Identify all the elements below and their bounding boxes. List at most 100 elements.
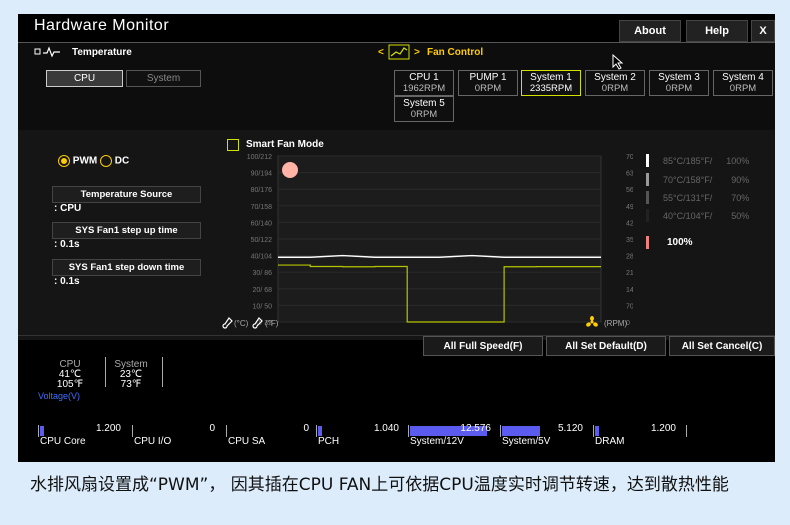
temperature-source-button[interactable]: Temperature Source [52,186,201,203]
dc-radio[interactable] [100,155,113,167]
tab-system[interactable]: System [126,70,201,87]
all-set-cancel-button[interactable]: All Set Cancel(C) [669,336,775,356]
fan-rpm: 0RPM [665,83,693,94]
thermometer-f-icon [252,317,263,329]
fan-rpm: 0RPM [474,83,502,94]
cpu-temp-readout: CPU 41℃ 105℉ [52,360,88,390]
fan-name: System 1 [530,72,572,83]
fan-rpm: 2335RPM [529,83,573,94]
voltage-value: 0 [303,423,309,434]
legend-row: 40°C/104°F/50% [663,211,749,221]
fan-name: System 5 [403,98,445,109]
voltage-label: PCH [318,436,340,447]
legend-pct: 50% [731,211,750,221]
voltage-tick [132,425,133,437]
voltage-label: CPU Core [40,436,86,447]
fan-button-cpu1[interactable]: CPU 1 1962RPM [394,70,454,96]
fan-icon [586,316,598,327]
fan-button-system4[interactable]: System 4 0RPM [713,70,773,96]
system-temp-readout: System 23℃ 73℉ [110,360,152,390]
voltage-value: 5.120 [557,423,583,434]
all-set-default-button[interactable]: All Set Default(D) [546,336,666,356]
voltage-label: DRAM [595,436,625,447]
fan-name: PUMP 1 [469,72,507,83]
voltage-label: CPU I/O [134,436,172,447]
y2-tick-label: 2800 [626,254,633,261]
system-temp-f: 73℉ [120,379,142,390]
unit-fahrenheit: (°F) [265,319,279,328]
step-down-time-button[interactable]: SYS Fan1 step down time [52,259,201,276]
y-tick-label: 40/104 [251,254,273,261]
fan-prev-arrow[interactable]: < [378,47,384,58]
hardware-monitor-window: Hardware Monitor About Help X Temperatur… [18,14,775,462]
legend-temp: 55°C/131°F/ [663,193,713,203]
legend-temp: 40°C/104°F/ [663,211,713,221]
fan-button-system5[interactable]: System 5 0RPM [394,96,454,122]
voltage-tick [408,425,409,437]
cpu-temp-f: 105℉ [56,379,84,390]
legend-swatch [646,154,649,167]
voltage-tick [226,425,227,437]
fan-button-pump1[interactable]: PUMP 1 0RPM [458,70,518,96]
tab-cpu[interactable]: CPU [46,70,123,87]
current-swatch [646,236,649,249]
app-title: Hardware Monitor [34,17,170,34]
step-down-time-value: : 0.1s [54,276,80,287]
fan-control-label: Fan Control [427,47,484,58]
all-full-speed-button[interactable]: All Full Speed(F) [423,336,543,356]
fan-button-system1[interactable]: System 1 2335RPM [521,70,581,96]
caption-text: 水排风扇设置成“PWM”， 因其插在CPU FAN上可依据CPU温度实时调节转速… [30,475,729,495]
divider [162,357,163,387]
fan-button-system2[interactable]: System 2 0RPM [585,70,645,96]
legend-temp: 70°C/158°F/ [663,175,713,185]
fan-name: System 3 [658,72,700,83]
unit-rpm: (RPM) [604,319,628,328]
fan-curve-icon [388,44,410,60]
voltage-value: 1.040 [373,423,399,434]
voltage-label: System/12V [410,436,464,447]
temperature-source-value: : CPU [54,203,82,214]
fan-rpm: 0RPM [410,109,438,120]
unit-celsius: (°C) [234,319,249,328]
y2-tick-label: 2100 [626,270,633,277]
voltage-value: 1.200 [650,423,676,434]
about-button[interactable]: About [619,20,681,42]
voltage-value: 12.576 [460,423,491,434]
voltage-tick [593,425,594,437]
close-button[interactable]: X [751,20,775,42]
y2-tick-label: 1400 [626,287,633,294]
curve-handle-point [282,162,298,178]
step-up-time-button[interactable]: SYS Fan1 step up time [52,222,201,239]
legend-swatch [646,173,649,186]
y-tick-label: 90/194 [251,171,273,178]
thermometer-c-icon [222,317,233,329]
fan-rpm: 0RPM [601,83,629,94]
fan-button-system3[interactable]: System 3 0RPM [649,70,709,96]
fan-curve-chart[interactable]: 100/212 7000 90/194 6300 80/176 5600 70/158 490… [213,130,633,340]
mode-selector: PWM DC [58,155,129,167]
legend-temp: 85°C/185°F/ [663,156,713,166]
temperature-label: Temperature [72,47,132,58]
voltage-tick [686,425,687,437]
y-tick-label: 30/ 86 [253,270,273,277]
pwm-radio[interactable] [58,155,70,167]
fan-next-arrow[interactable]: > [414,47,420,58]
legend-swatch [646,191,649,204]
voltage-tick [316,425,317,437]
current-fan-pct: 100% [667,237,693,248]
help-button[interactable]: Help [686,20,748,42]
y-tick-label: 100/212 [247,154,272,161]
voltage-tick [38,425,39,437]
legend-row: 85°C/185°F/100% [663,156,749,166]
voltage-label: Voltage(V) [38,391,81,401]
voltage-tick [500,425,501,437]
mouse-cursor-icon [612,54,624,70]
y-tick-label: 20/ 68 [253,287,273,294]
y2-tick-label: 3500 [626,237,633,244]
legend-swatch [646,209,649,222]
y-tick-label: 10/ 50 [253,303,273,310]
fan-name: System 4 [722,72,764,83]
y-tick-label: 80/176 [251,187,273,194]
fan-rpm: 1962RPM [402,83,446,94]
fan-rpm: 0RPM [729,83,757,94]
